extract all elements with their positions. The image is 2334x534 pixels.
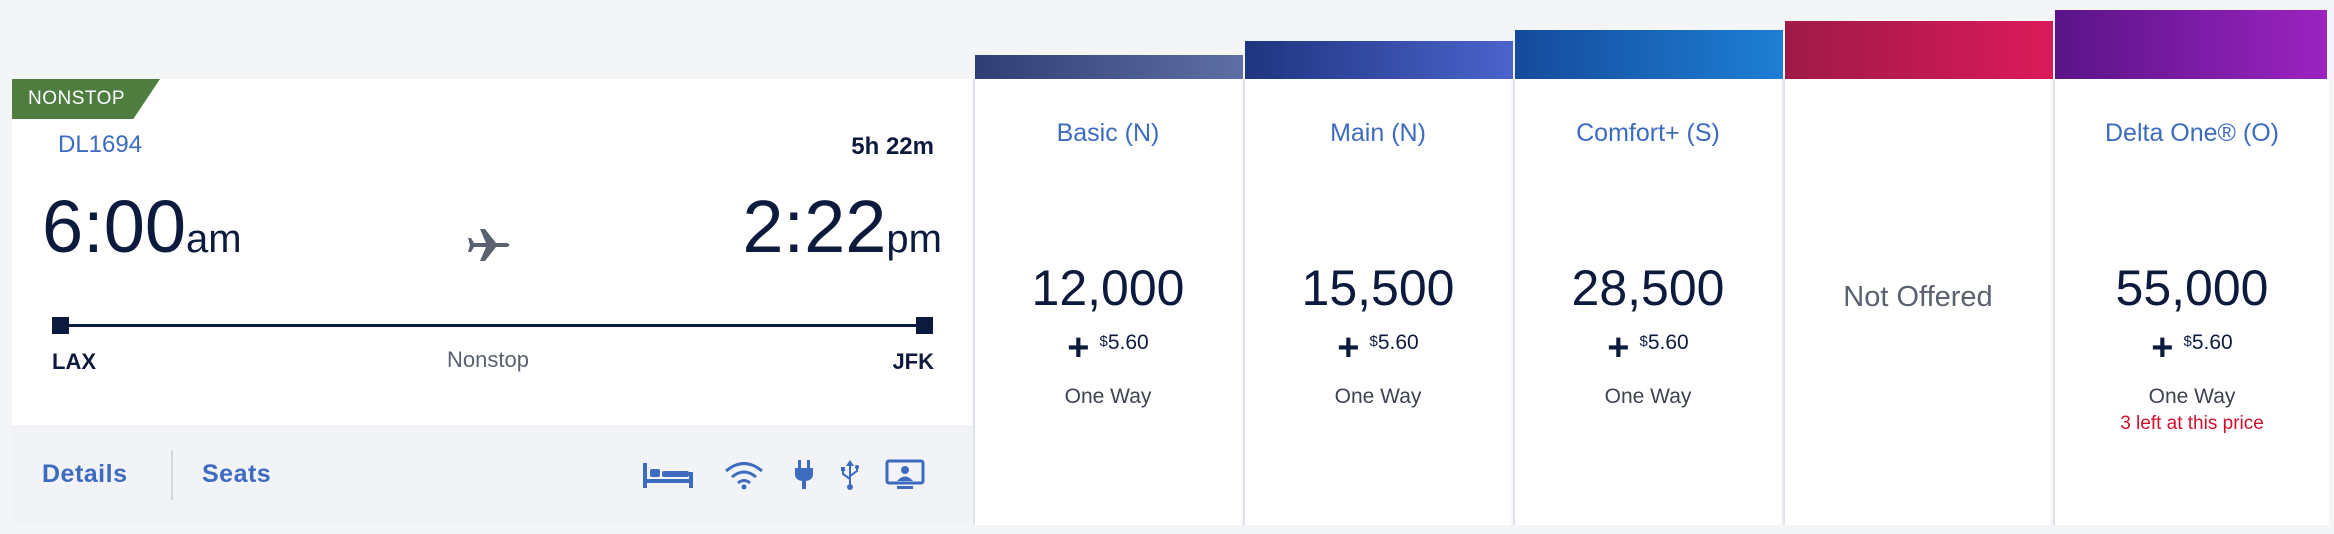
trip-type: One Way [1604, 385, 1692, 408]
seats-left-warning: 3 left at this price [2120, 413, 2264, 434]
not-offered-label: Not Offered [1843, 281, 1993, 313]
tax-amount: 5.60 [2191, 331, 2233, 354]
origin-marker [52, 317, 69, 334]
arrival-time: 2:22pm [742, 184, 942, 269]
arrival-time-value: 2:22 [742, 185, 887, 268]
tax-currency: $ [1099, 333, 1108, 350]
tax-amount: 5.60 [1647, 331, 1689, 354]
trip-type: One Way [1064, 385, 1152, 408]
fare-tax: + $5.60 [1515, 327, 1781, 370]
arrival-time-meridiem: pm [886, 217, 942, 261]
fare-name: Basic (N) [1056, 119, 1160, 147]
nonstop-badge: NONSTOP [12, 79, 160, 119]
fare-miles: 15,500 [1301, 260, 1455, 316]
fare-name: Delta One® (O) [2104, 119, 2280, 147]
fare-header-main [1245, 41, 1513, 79]
tax-currency: $ [1639, 333, 1648, 350]
fare-miles: 28,500 [1571, 260, 1725, 316]
wifi-icon[interactable] [722, 455, 766, 495]
trip-type: One Way [1334, 385, 1422, 408]
trip-type: One Way [2148, 385, 2236, 408]
departure-time-meridiem: am [186, 217, 242, 261]
tax-amount: 5.60 [1377, 331, 1419, 354]
departure-time: 6:00am [42, 184, 242, 269]
fare-option-basic[interactable]: Basic (N) 12,000 + $5.60 One Way [973, 79, 1241, 525]
fare-option-delta-one[interactable]: Delta One® (O) 55,000 + $5.60 One Way 3 l… [2053, 79, 2329, 525]
tax-amount: 5.60 [1107, 331, 1149, 354]
fare-option-first: Not Offered [1783, 79, 2051, 525]
fare-option-comfort-plus[interactable]: Comfort+ (S) 28,500 + $5.60 One Way [1513, 79, 1781, 525]
plane-icon [468, 229, 510, 261]
details-link[interactable]: Details [42, 460, 127, 489]
footer-divider [171, 450, 173, 500]
plus-icon: + [1607, 327, 1630, 369]
fare-miles: 12,000 [1031, 260, 1185, 316]
personal-screen-icon[interactable] [884, 455, 926, 495]
route-line [62, 324, 924, 327]
fare-name: Main (N) [1330, 119, 1426, 147]
plus-icon: + [2151, 327, 2174, 369]
seats-link[interactable]: Seats [202, 460, 271, 489]
tax-currency: $ [1369, 333, 1378, 350]
flight-card: NONSTOP DL1694 5h 22m 6:00am 2:22pm LAX … [12, 79, 972, 525]
fare-tax: + $5.60 [975, 327, 1241, 370]
power-outlet-icon[interactable] [790, 455, 818, 495]
fare-header-comfort-plus [1515, 30, 1783, 79]
fare-option-main[interactable]: Main (N) 15,500 + $5.60 One Way [1243, 79, 1511, 525]
flight-duration: 5h 22m [851, 133, 934, 160]
destination-airport: JFK [892, 349, 934, 374]
fare-name: Comfort+ (S) [1576, 119, 1720, 147]
stops-label: Nonstop [447, 347, 529, 372]
tax-currency: $ [2183, 333, 2192, 350]
flight-number[interactable]: DL1694 [58, 131, 142, 159]
departure-time-value: 6:00 [42, 185, 187, 268]
fare-header-basic [975, 55, 1243, 79]
plus-icon: + [1067, 327, 1090, 369]
fare-header-first [1785, 21, 2053, 79]
destination-marker [916, 317, 933, 334]
fare-miles: 55,000 [2115, 260, 2269, 316]
flat-bed-icon[interactable] [640, 455, 696, 495]
fare-tax: + $5.60 [1245, 327, 1511, 370]
usb-icon[interactable] [838, 455, 862, 495]
fare-header-delta-one [2055, 10, 2327, 79]
plus-icon: + [1337, 327, 1360, 369]
flight-card-footer: Details Seats [12, 425, 972, 525]
fare-tax: + $5.60 [2055, 327, 2329, 370]
origin-airport: LAX [52, 349, 96, 374]
